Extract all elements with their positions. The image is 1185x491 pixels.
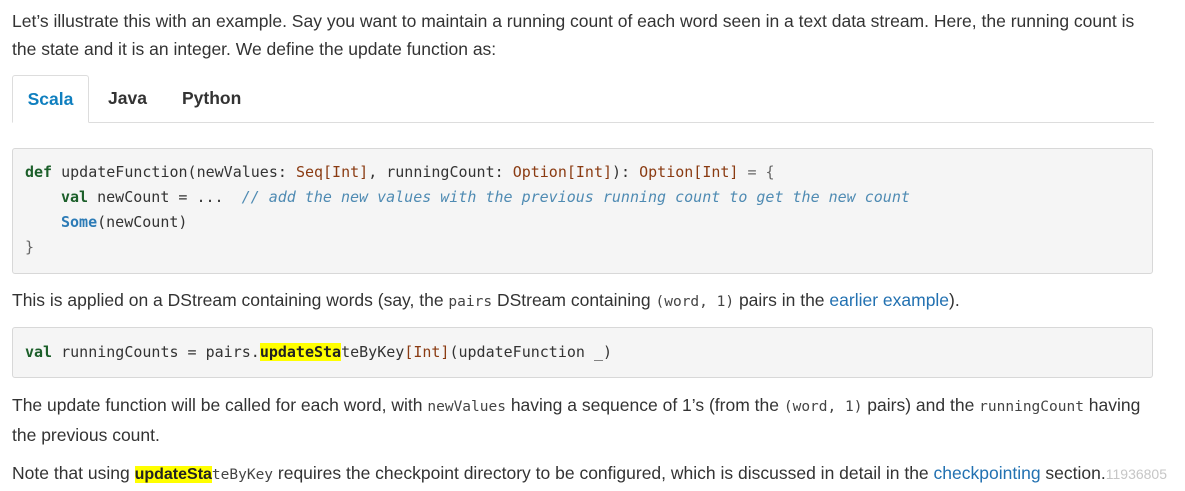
inline-code-tuple: (word, 1)	[655, 294, 735, 310]
text-segment: pairs) and the	[862, 395, 980, 415]
code-assign: runningCounts = pairs.	[52, 343, 260, 361]
code-colon: ):	[612, 163, 640, 181]
tab-scala[interactable]: Scala	[12, 75, 89, 123]
keyword-def: def	[25, 163, 53, 181]
code-line-4: }	[25, 238, 35, 256]
text-segment: DStream containing	[492, 290, 656, 310]
text-segment: ).	[949, 290, 960, 310]
inline-code-tuple: (word, 1)	[783, 399, 863, 415]
para3-line-1: The update function will be called for e…	[12, 391, 1162, 421]
inline-code-newvalues: newValues	[427, 399, 506, 415]
type-option-param: Option[Int]	[512, 163, 613, 181]
text-segment: requires the checkpoint directory to be …	[273, 463, 934, 483]
text-segment: Note that using	[12, 463, 135, 483]
search-highlight: updateSta	[134, 466, 212, 483]
inline-code-pairs: pairs	[448, 294, 493, 310]
type-option-return: Option[Int]	[639, 163, 739, 181]
text-segment: This is applied on a DStream containing …	[12, 290, 449, 310]
type-int: [Int]	[404, 343, 450, 361]
inline-code-runningcount: runningCount	[979, 399, 1084, 415]
intro-line-2: the state and it is an integer. We defin…	[12, 39, 497, 59]
text-segment: having a sequence of 1’s (from the	[505, 395, 784, 415]
earlier-example-link[interactable]: earlier example	[829, 290, 949, 310]
dstream-paragraph: This is applied on a DStream containing …	[12, 286, 1162, 316]
keyword-val: val	[25, 343, 53, 361]
code-fn-signature: updateFunction(newValues:	[52, 163, 296, 181]
tab-python[interactable]: Python	[182, 75, 241, 122]
update-function-paragraph: The update function will be called for e…	[12, 391, 1162, 449]
text-segment: pairs in the	[734, 290, 830, 310]
intro-paragraph: Let’s illustrate this with an example. S…	[12, 7, 1162, 63]
code-line-running-counts: val runningCounts = pairs.updateStateByK…	[25, 342, 612, 362]
code-line-1: def updateFunction(newValues: Seq[Int], …	[25, 162, 775, 182]
code-line-2: val newCount = ... // add the new values…	[61, 187, 910, 207]
code-block-running-counts: val runningCounts = pairs.updateStateByK…	[12, 327, 1153, 378]
code-call-args: (updateFunction _)	[449, 343, 613, 361]
language-tabs: Scala Java Python	[12, 75, 1154, 123]
tab-java[interactable]: Java	[108, 75, 147, 122]
code-comment: // add the new values with the previous …	[241, 188, 910, 206]
code-line-3: Some(newCount)	[61, 212, 187, 232]
text-segment: The update function will be called for e…	[12, 395, 428, 415]
type-seq: Seq[Int]	[295, 163, 369, 181]
watermark: 11936805	[1105, 466, 1167, 482]
search-highlight: updateSta	[259, 343, 342, 361]
code-param: , runningCount:	[368, 163, 513, 181]
code-some-arg: (newCount)	[97, 213, 188, 231]
text-segment: having	[1083, 395, 1141, 415]
checkpointing-link[interactable]: checkpointing	[934, 463, 1041, 483]
code-block-update-function: def updateFunction(newValues: Seq[Int], …	[12, 148, 1153, 274]
code-newcount-assign: newCount = ...	[88, 188, 242, 206]
intro-line-1: Let’s illustrate this with an example. S…	[12, 11, 1135, 31]
text-segment: section.	[1040, 463, 1106, 483]
code-open-brace: = {	[738, 163, 775, 181]
keyword-val: val	[61, 188, 89, 206]
inline-code-updatestatebykey: teByKey	[211, 467, 274, 483]
keyword-some: Some	[61, 213, 98, 231]
code-method-rest: teByKey	[341, 343, 405, 361]
checkpoint-paragraph: Note that using updateStateByKey require…	[12, 459, 1167, 489]
para3-line-2: the previous count.	[12, 425, 160, 445]
